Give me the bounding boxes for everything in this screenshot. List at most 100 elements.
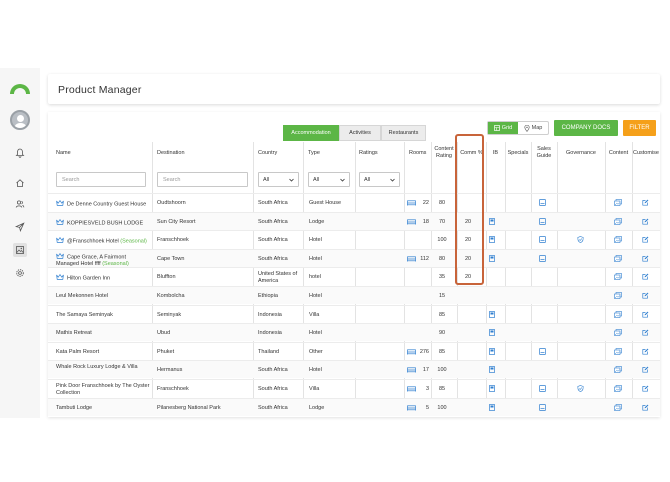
header-sales-guide[interactable]: Sales Guide <box>531 146 557 160</box>
sales-guide-icon[interactable] <box>539 403 546 414</box>
cell-name[interactable]: The Samaya Seminyak <box>56 312 150 319</box>
governance-shield-icon[interactable] <box>577 236 584 246</box>
app-logo[interactable] <box>8 80 32 94</box>
cell-name[interactable]: Kata Palm Resort <box>56 349 150 356</box>
sales-guide-icon[interactable] <box>539 199 546 209</box>
edit-icon[interactable] <box>642 385 649 395</box>
edit-icon[interactable] <box>642 366 649 376</box>
instant-book-icon[interactable] <box>489 310 495 321</box>
table-row[interactable]: Kata Palm Resort Phuket Thailand Other 276 85 <box>48 341 660 360</box>
content-images-icon[interactable] <box>614 403 622 414</box>
sales-guide-icon[interactable] <box>539 347 546 358</box>
table-row[interactable]: Tambuti Lodge Pilanesberg National Park So… <box>48 397 660 416</box>
table-row[interactable]: Pink Door Franschhoek by The Oyster Coll… <box>48 379 660 397</box>
header-specials[interactable]: Specials <box>505 150 531 157</box>
header-ib[interactable]: IB <box>486 150 505 157</box>
send-icon[interactable] <box>13 220 27 234</box>
table-row[interactable]: Mathis Retreat Ubud Indonesia Hotel 90 <box>48 323 660 342</box>
sales-guide-icon[interactable] <box>539 385 546 395</box>
tab-restaurants[interactable]: Restaurants <box>381 125 426 141</box>
cell-name[interactable]: Tambuti Lodge <box>56 405 150 412</box>
grid-view-button[interactable]: Grid <box>488 122 518 134</box>
map-view-button[interactable]: Map <box>518 122 548 134</box>
header-destination[interactable]: Destination <box>157 150 185 157</box>
cell-name[interactable]: KOPPIESVELD BUSH LODGE <box>56 218 150 228</box>
content-images-icon[interactable] <box>614 310 622 321</box>
content-images-icon[interactable] <box>614 199 622 209</box>
content-images-icon[interactable] <box>614 366 622 376</box>
edit-icon[interactable] <box>642 218 649 228</box>
header-country[interactable]: Country <box>258 150 277 157</box>
sales-guide-icon[interactable] <box>539 254 546 265</box>
type-select[interactable]: All <box>308 172 350 187</box>
name-search-input[interactable]: Search <box>56 172 146 187</box>
edit-icon[interactable] <box>642 236 649 246</box>
avatar[interactable] <box>10 110 30 130</box>
edit-icon[interactable] <box>642 329 649 339</box>
sales-guide-icon[interactable] <box>539 217 546 228</box>
table-row[interactable]: Hilton Garden Inn Bluffton United States o… <box>48 267 660 285</box>
header-customise[interactable]: Customise <box>632 150 660 157</box>
cell-name[interactable]: De Denne Country Guest House <box>56 199 150 209</box>
table-row[interactable]: Whale Rock Luxury Lodge & Villa Hermanus S… <box>48 360 660 379</box>
instant-book-icon[interactable] <box>489 217 495 228</box>
cell-name[interactable]: Pink Door Franschhoek by The Oyster Coll… <box>56 383 150 396</box>
users-icon[interactable] <box>13 197 27 211</box>
header-ratings[interactable]: Ratings <box>359 150 378 157</box>
edit-icon[interactable] <box>642 348 649 358</box>
table-row[interactable]: Cape Grace, A Fairmont Managed Hotel fff… <box>48 248 660 268</box>
header-content-rating[interactable]: Content Rating <box>431 146 457 160</box>
instant-book-icon[interactable] <box>489 347 495 358</box>
edit-icon[interactable] <box>642 199 649 209</box>
table-row[interactable]: Leul Mekonnen Hotel Kombolcha Ethiopia Hote… <box>48 286 660 304</box>
content-images-icon[interactable] <box>614 385 622 395</box>
edit-icon[interactable] <box>642 404 649 414</box>
header-governance[interactable]: Governance <box>557 150 605 157</box>
cell-name[interactable]: Leul Mekonnen Hotel <box>56 293 150 300</box>
gear-icon[interactable] <box>13 266 27 280</box>
cell-name[interactable]: Mathis Retreat <box>56 330 150 337</box>
instant-book-icon[interactable] <box>489 385 495 395</box>
company-docs-button[interactable]: COMPANY DOCS <box>554 120 618 136</box>
instant-book-icon[interactable] <box>489 329 495 339</box>
table-row[interactable]: KOPPIESVELD BUSH LODGE Sun City Resort Sou… <box>48 211 660 230</box>
filter-button[interactable]: FILTER <box>623 120 656 136</box>
table-row[interactable]: De Denne Country Guest House Oudtshoorn So… <box>48 193 660 211</box>
edit-icon[interactable] <box>642 273 649 283</box>
ratings-select[interactable]: All <box>359 172 400 187</box>
country-select[interactable]: All <box>258 172 299 187</box>
bell-icon[interactable] <box>13 146 27 160</box>
edit-icon[interactable] <box>642 311 649 321</box>
content-images-icon[interactable] <box>614 292 622 302</box>
image-icon[interactable] <box>13 243 27 257</box>
destination-search-input[interactable]: Search <box>157 172 248 187</box>
cell-name[interactable]: Whale Rock Luxury Lodge & Villa <box>56 364 150 371</box>
header-name[interactable]: Name <box>56 150 71 157</box>
hotel-name: De Denne Country Guest House <box>67 201 147 208</box>
instant-book-icon[interactable] <box>489 403 495 414</box>
cell-name[interactable]: Cape Grace, A Fairmont Managed Hotel fff… <box>56 252 150 268</box>
governance-shield-icon[interactable] <box>577 385 584 395</box>
instant-book-icon[interactable] <box>489 236 495 246</box>
table-row[interactable]: @Franschhoek Hotel (Seasonal) Franschhoek… <box>48 230 660 248</box>
content-images-icon[interactable] <box>614 273 622 283</box>
header-content[interactable]: Content <box>605 150 632 157</box>
instant-book-icon[interactable] <box>489 366 495 376</box>
tab-activities[interactable]: Activities <box>339 125 381 141</box>
content-images-icon[interactable] <box>614 329 622 339</box>
cell-name[interactable]: Hilton Garden Inn <box>56 274 150 283</box>
content-images-icon[interactable] <box>614 254 622 265</box>
edit-icon[interactable] <box>642 292 649 302</box>
edit-icon[interactable] <box>642 255 649 265</box>
header-rooms[interactable]: Rooms <box>409 150 426 157</box>
header-type[interactable]: Type <box>308 150 320 157</box>
content-images-icon[interactable] <box>614 236 622 246</box>
content-images-icon[interactable] <box>614 217 622 228</box>
content-images-icon[interactable] <box>614 347 622 358</box>
table-row[interactable]: The Samaya Seminyak Seminyak Indonesia Vill… <box>48 304 660 323</box>
sales-guide-icon[interactable] <box>539 236 546 246</box>
instant-book-icon[interactable] <box>489 254 495 265</box>
tab-accommodation[interactable]: Accommodation <box>283 125 339 141</box>
cell-name[interactable]: @Franschhoek Hotel (Seasonal) <box>56 237 150 246</box>
home-icon[interactable] <box>13 176 27 190</box>
